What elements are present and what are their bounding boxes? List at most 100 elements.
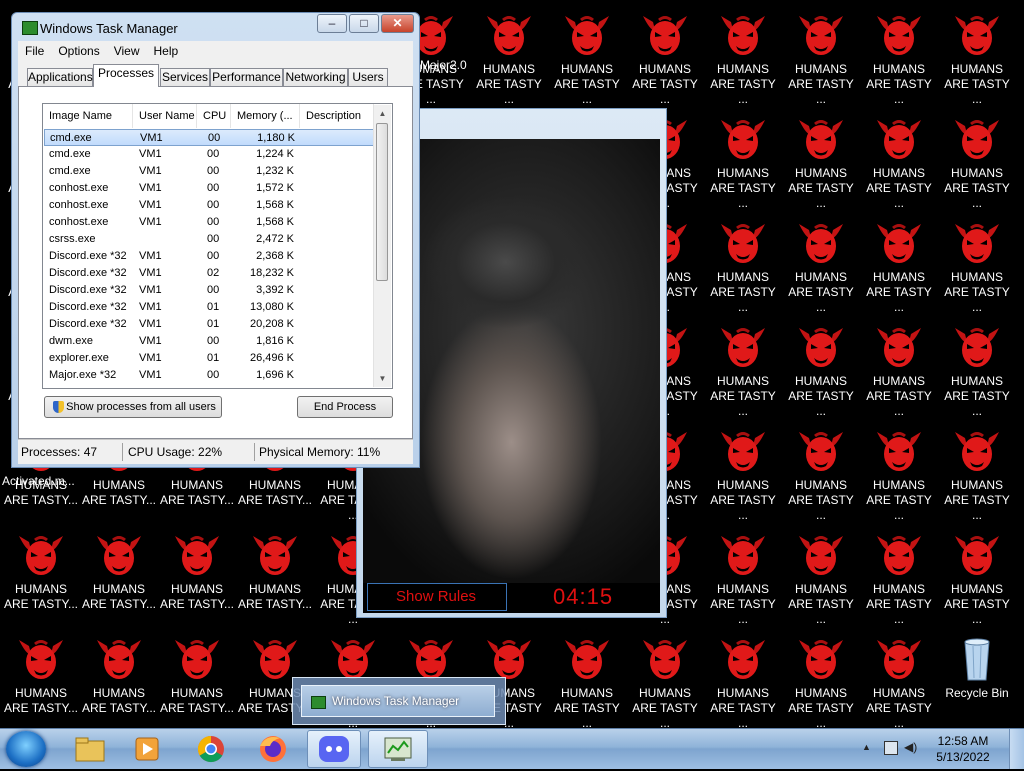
show-hidden-icons-icon[interactable]: ▲ bbox=[862, 742, 871, 752]
desktop-icon-humans-are-tasty[interactable]: HUMANS ARE TASTY ... bbox=[860, 8, 938, 112]
desktop-icon-label: HUMANS ARE TASTY ... bbox=[944, 374, 1010, 418]
desktop-icon-humans-are-tasty[interactable]: HUMANS ARE TASTY ... bbox=[860, 320, 938, 424]
tab-performance[interactable]: Performance bbox=[210, 68, 283, 86]
desktop-icon-humans-are-tasty[interactable]: HUMANS ARE TASTY ... bbox=[938, 112, 1016, 216]
vertical-scrollbar[interactable]: ▲ ▼ bbox=[373, 105, 391, 387]
menu-view[interactable]: View bbox=[107, 41, 147, 61]
table-row[interactable]: Discord.exe *32 VM1 01 20,208 K bbox=[44, 316, 375, 333]
chrome-icon[interactable] bbox=[184, 730, 238, 768]
desktop-icon-activated-label[interactable]: Activated.m... bbox=[2, 474, 75, 488]
desktop-icon-humans-are-tasty[interactable]: HUMANS ARE TASTY ... bbox=[782, 112, 860, 216]
desktop-icon-humans-are-tasty[interactable]: HUMANS ARE TASTY ... bbox=[704, 528, 782, 632]
desktop-icon-humans-are-tasty[interactable]: HUMANS ARE TASTY... bbox=[236, 528, 314, 632]
desktop-icon-humans-are-tasty[interactable]: HUMANS ARE TASTY ... bbox=[704, 216, 782, 320]
desktop-icon-humans-are-tasty[interactable]: HUMANS ARE TASTY... bbox=[80, 632, 158, 728]
table-row[interactable]: explorer.exe VM1 01 26,496 K bbox=[44, 350, 375, 367]
scrollbar-thumb[interactable] bbox=[376, 123, 388, 281]
desktop-icon-humans-are-tasty[interactable]: HUMANS ARE TASTY ... bbox=[860, 528, 938, 632]
table-row[interactable]: Discord.exe *32 VM1 00 3,392 K bbox=[44, 282, 375, 299]
desktop-icon-humans-are-tasty[interactable]: HUMANS ARE TASTY ... bbox=[626, 632, 704, 728]
column-memory[interactable]: Memory (... bbox=[231, 104, 300, 128]
desktop-icon-humans-are-tasty[interactable]: HUMANS ARE TASTY ... bbox=[548, 632, 626, 728]
desktop-icon-humans-are-tasty[interactable]: HUMANS ARE TASTY ... bbox=[626, 8, 704, 112]
column-image-name[interactable]: Image Name bbox=[43, 104, 133, 128]
tab-applications[interactable]: Applications bbox=[27, 68, 93, 86]
desktop-icon-humans-are-tasty[interactable]: HUMANS ARE TASTY ... bbox=[782, 320, 860, 424]
desktop-icon-humans-are-tasty[interactable]: HUMANS ARE TASTY ... bbox=[938, 528, 1016, 632]
desktop-icon-major-label[interactable]: Major2.0 bbox=[420, 58, 467, 72]
firefox-icon[interactable] bbox=[246, 730, 300, 768]
thumbnail-window-title[interactable]: Windows Task Manager bbox=[301, 685, 495, 717]
show-rules-button[interactable]: Show Rules bbox=[367, 583, 507, 611]
table-row[interactable]: cmd.exe VM1 00 1,180 K bbox=[44, 129, 375, 146]
desktop-icon-humans-are-tasty[interactable]: HUMANS ARE TASTY ... bbox=[704, 112, 782, 216]
menu-help[interactable]: Help bbox=[147, 41, 186, 61]
desktop-icon-humans-are-tasty[interactable]: HUMANS ARE TASTY ... bbox=[782, 424, 860, 528]
show-desktop-button[interactable] bbox=[1009, 729, 1024, 769]
taskbar-thumbnail-preview[interactable]: Windows Task Manager bbox=[292, 677, 506, 725]
table-row[interactable]: Major.exe *32 VM1 00 1,696 K bbox=[44, 367, 375, 384]
scroll-up-icon[interactable]: ▲ bbox=[374, 105, 391, 122]
table-row[interactable]: cmd.exe VM1 00 1,224 K bbox=[44, 146, 375, 163]
end-process-button[interactable]: End Process bbox=[297, 396, 393, 418]
table-row[interactable]: Discord.exe *32 VM1 01 13,080 K bbox=[44, 299, 375, 316]
show-all-processes-button[interactable]: Show processes from all users bbox=[44, 396, 222, 418]
table-row[interactable]: cmd.exe VM1 00 1,232 K bbox=[44, 163, 375, 180]
desktop-icon-humans-are-tasty[interactable]: HUMANS ARE TASTY ... bbox=[782, 528, 860, 632]
process-list[interactable]: Image Name User Name CPU Memory (... Des… bbox=[42, 103, 393, 389]
discord-icon[interactable] bbox=[307, 730, 361, 768]
desktop-icon-humans-are-tasty[interactable]: HUMANS ARE TASTY... bbox=[2, 528, 80, 632]
table-row[interactable]: Discord.exe *32 VM1 00 2,368 K bbox=[44, 248, 375, 265]
desktop-icon-humans-are-tasty[interactable]: HUMANS ARE TASTY ... bbox=[704, 424, 782, 528]
desktop-icon-humans-are-tasty[interactable]: HUMANS ARE TASTY ... bbox=[704, 8, 782, 112]
column-description[interactable]: Description bbox=[300, 104, 374, 128]
desktop-icon-humans-are-tasty[interactable]: HUMANS ARE TASTY... bbox=[158, 528, 236, 632]
table-row[interactable]: dwm.exe VM1 00 1,816 K bbox=[44, 333, 375, 350]
desktop-icon-humans-are-tasty[interactable]: HUMANS ARE TASTY ... bbox=[860, 632, 938, 728]
tab-users[interactable]: Users bbox=[348, 68, 388, 86]
desktop-icon-humans-are-tasty[interactable]: HUMANS ARE TASTY ... bbox=[938, 216, 1016, 320]
desktop-icon-humans-are-tasty[interactable]: HUMANS ARE TASTY ... bbox=[704, 320, 782, 424]
desktop-icon-humans-are-tasty[interactable]: HUMANS ARE TASTY ... bbox=[782, 216, 860, 320]
desktop-icon-humans-are-tasty[interactable]: HUMANS ARE TASTY ... bbox=[782, 632, 860, 728]
desktop-icon-humans-are-tasty[interactable]: HUMANS ARE TASTY ... bbox=[470, 8, 548, 112]
desktop-icon-humans-are-tasty[interactable]: HUMANS ARE TASTY... bbox=[158, 632, 236, 728]
close-button[interactable]: ✕ bbox=[381, 14, 414, 33]
desktop-icon-humans-are-tasty[interactable]: HUMANS ARE TASTY ... bbox=[860, 424, 938, 528]
menu-options[interactable]: Options bbox=[51, 41, 106, 61]
minimize-button[interactable]: – bbox=[317, 14, 347, 33]
tab-processes[interactable]: Processes bbox=[93, 64, 159, 87]
desktop-icon-humans-are-tasty[interactable]: HUMANS ARE TASTY ... bbox=[548, 8, 626, 112]
table-row[interactable]: csrss.exe 00 2,472 K bbox=[44, 231, 375, 248]
tab-networking[interactable]: Networking bbox=[283, 68, 348, 86]
desktop-icon-humans-are-tasty[interactable]: HUMANS ARE TASTY ... bbox=[782, 8, 860, 112]
menu-file[interactable]: File bbox=[18, 41, 51, 61]
task-manager-window[interactable]: Windows Task Manager – □ ✕ File Options Vi… bbox=[11, 12, 420, 468]
start-orb-icon[interactable] bbox=[6, 731, 46, 767]
desktop-icon-humans-are-tasty[interactable]: HUMANS ARE TASTY ... bbox=[860, 112, 938, 216]
table-row[interactable]: conhost.exe VM1 00 1,568 K bbox=[44, 214, 375, 231]
desktop-icon-humans-are-tasty[interactable]: HUMANS ARE TASTY ... bbox=[860, 216, 938, 320]
desktop-icon-humans-are-tasty[interactable]: HUMANS ARE TASTY ... bbox=[938, 320, 1016, 424]
table-row[interactable]: conhost.exe VM1 00 1,568 K bbox=[44, 197, 375, 214]
column-cpu[interactable]: CPU bbox=[197, 104, 231, 128]
task-manager-taskbar-icon[interactable] bbox=[368, 730, 428, 768]
media-player-icon[interactable] bbox=[120, 730, 174, 768]
desktop-icon-humans-are-tasty[interactable]: HUMANS ARE TASTY ... bbox=[938, 424, 1016, 528]
desktop-icon-label: HUMANS ARE TASTY... bbox=[81, 686, 157, 715]
tab-services[interactable]: Services bbox=[160, 68, 210, 86]
desktop-icon-humans-are-tasty[interactable]: HUMANS ARE TASTY ... bbox=[938, 8, 1016, 112]
volume-icon[interactable]: ◀) bbox=[904, 740, 917, 754]
desktop-icon-humans-are-tasty[interactable]: HUMANS ARE TASTY... bbox=[2, 632, 80, 728]
desktop-icon-humans-are-tasty[interactable]: HUMANS ARE TASTY... bbox=[80, 528, 158, 632]
network-icon[interactable] bbox=[884, 741, 898, 755]
table-row[interactable]: conhost.exe VM1 00 1,572 K bbox=[44, 180, 375, 197]
maximize-button[interactable]: □ bbox=[349, 14, 379, 33]
column-user-name[interactable]: User Name bbox=[133, 104, 197, 128]
scroll-down-icon[interactable]: ▼ bbox=[374, 370, 391, 387]
table-row[interactable]: Discord.exe *32 VM1 02 18,232 K bbox=[44, 265, 375, 282]
desktop-icon-humans-are-tasty[interactable]: HUMANS ARE TASTY ... bbox=[704, 632, 782, 728]
clock[interactable]: 12:58 AM 5/13/2022 bbox=[928, 733, 998, 765]
recycle-bin[interactable]: Recycle Bin bbox=[938, 632, 1016, 728]
file-explorer-icon[interactable] bbox=[62, 730, 116, 768]
